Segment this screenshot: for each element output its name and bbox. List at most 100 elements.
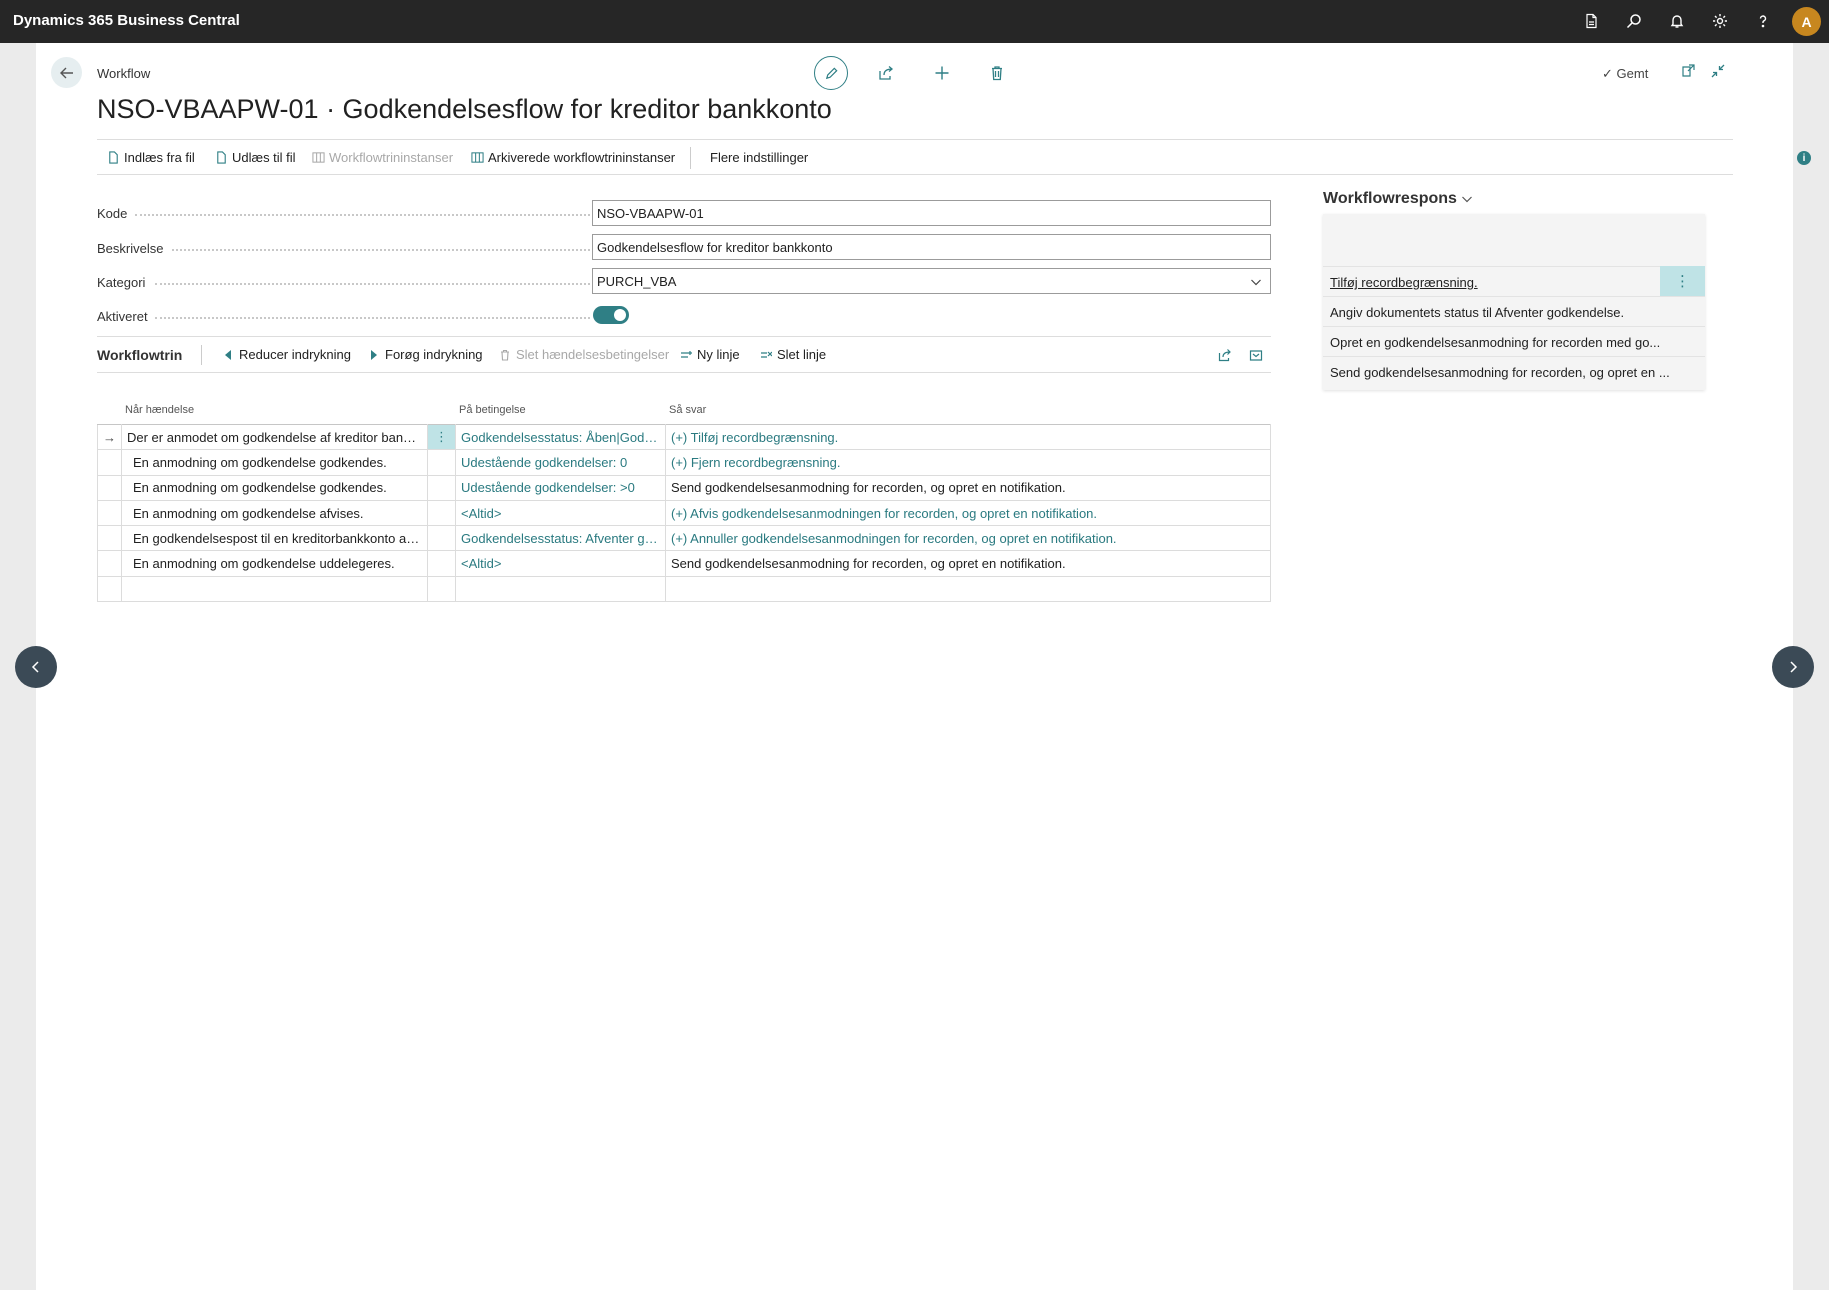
dotted-leader (135, 214, 590, 216)
condition-cell[interactable]: <Altid> (455, 550, 666, 577)
chevron-down-icon (1462, 196, 1472, 203)
delete-icon[interactable] (986, 62, 1008, 84)
table-row[interactable]: En anmodning om godkendelse godkendes. U… (97, 449, 1271, 476)
response-column-header[interactable]: Så svar (669, 404, 706, 416)
event-cell[interactable]: En anmodning om godkendelse uddelegeres. (121, 550, 428, 577)
dotted-leader (155, 317, 590, 319)
condition-column-header[interactable]: På betingelse (459, 404, 526, 416)
kategori-value: PURCH_VBA (597, 274, 677, 289)
condition-cell[interactable]: <Altid> (455, 499, 666, 527)
add-icon[interactable] (931, 62, 953, 84)
delete-line-icon (761, 351, 772, 358)
condition-cell[interactable] (455, 575, 666, 603)
breadcrumb: Workflow (97, 66, 151, 81)
kode-label: Kode (97, 206, 128, 221)
list-item[interactable]: Send godkendelsesanmodning for recorden,… (1323, 356, 1705, 386)
condition-cell[interactable]: Udestående godkendelser: >0 (455, 474, 666, 501)
table-icon (471, 152, 484, 163)
kategori-select[interactable]: PURCH_VBA (592, 268, 1271, 294)
avatar[interactable]: A (1792, 7, 1821, 36)
table-row-empty[interactable] (97, 575, 1271, 603)
table-row[interactable]: En anmodning om godkendelse uddelegeres.… (97, 550, 1271, 577)
response-cell[interactable]: (+) Afvis godkendelsesanmodningen for re… (665, 499, 1271, 527)
archived-instances-button[interactable]: Arkiverede workflowtrininstanser (471, 150, 675, 165)
row-arrow-icon: → (97, 423, 122, 451)
list-item[interactable]: Opret en godkendelsesanmodning for recor… (1323, 326, 1705, 356)
table-row[interactable]: En godkendelsespost til en kreditorbankk… (97, 525, 1271, 552)
top-bar: Dynamics 365 Business Central A (0, 0, 1829, 43)
table-row[interactable]: En anmodning om godkendelse godkendes. U… (97, 474, 1271, 501)
step-instances-button[interactable]: Workflowtrininstanser (312, 150, 453, 165)
edit-button[interactable] (814, 56, 848, 90)
back-button[interactable] (51, 57, 82, 88)
previous-page-button[interactable] (15, 646, 57, 688)
dotted-leader (172, 249, 590, 251)
table-row[interactable]: En anmodning om godkendelse afvises. <Al… (97, 499, 1271, 527)
divider (690, 147, 691, 169)
delete-line-button[interactable]: Slet linje (760, 347, 826, 362)
expand-icon[interactable] (1247, 346, 1265, 364)
more-options-button[interactable]: Flere indstillinger (710, 150, 808, 165)
table-row[interactable]: → Der er anmodet om godkendelse af kredi… (97, 423, 1271, 451)
increase-indent-button[interactable]: Forøg indrykning (368, 347, 483, 362)
response-cell[interactable]: Send godkendelsesanmodning for recorden,… (665, 474, 1271, 501)
help-icon[interactable] (1752, 10, 1774, 32)
condition-cell[interactable]: Godkendelsesstatus: Åben|Godkendt (455, 423, 666, 451)
response-cell[interactable] (665, 575, 1271, 603)
event-cell[interactable]: En anmodning om godkendelse afvises. (121, 499, 428, 527)
import-from-file-button[interactable]: Indlæs fra fil (107, 150, 195, 165)
triangle-right-icon (371, 349, 377, 360)
response-cell[interactable]: (+) Tilføj recordbegrænsning. (665, 423, 1271, 451)
event-column-header[interactable]: Når hændelse (125, 404, 194, 416)
aktiveret-label: Aktiveret (97, 309, 148, 324)
workflow-response-title[interactable]: Workflowrespons (1323, 190, 1473, 208)
event-cell[interactable]: En godkendelsespost til en kreditorbankk… (121, 525, 428, 552)
response-cell[interactable]: (+) Fjern recordbegrænsning. (665, 449, 1271, 476)
event-cell[interactable]: Der er anmodet om godkendelse af kredito… (121, 423, 428, 451)
gear-icon[interactable] (1709, 10, 1731, 32)
aktiveret-toggle[interactable] (593, 306, 629, 324)
list-item[interactable]: Angiv dokumentets status til Afventer go… (1323, 296, 1705, 326)
kategori-label: Kategori (97, 275, 146, 290)
page-title: NSO-VBAAPW-01 · Godkendelsesflow for kre… (97, 94, 832, 124)
collapse-icon[interactable] (1707, 60, 1729, 82)
info-icon[interactable]: i (1797, 151, 1811, 165)
file-export-icon (217, 151, 226, 164)
divider (201, 345, 202, 365)
export-to-file-button[interactable]: Udlæs til fil (215, 150, 296, 165)
bell-icon[interactable] (1666, 10, 1688, 32)
app-name[interactable]: Dynamics 365 Business Central (13, 12, 240, 29)
delete-conditions-button[interactable]: Slet hændelsesbetingelser (499, 347, 669, 362)
search-icon[interactable] (1623, 10, 1645, 32)
table-icon (312, 152, 325, 163)
share-icon[interactable] (875, 62, 897, 84)
response-cell[interactable]: (+) Annuller godkendelsesanmodningen for… (665, 525, 1271, 552)
item-menu-icon[interactable]: ⋮ (1660, 266, 1705, 296)
open-new-window-icon[interactable] (1677, 60, 1699, 82)
archived-label: Arkiverede workflowtrininstanser (488, 150, 676, 165)
chevron-left-icon (31, 661, 39, 673)
condition-cell[interactable]: Udestående godkendelser: 0 (455, 449, 666, 476)
event-cell[interactable]: En anmodning om godkendelse godkendes. (121, 449, 428, 476)
decrease-indent-button[interactable]: Reducer indrykning (222, 347, 351, 362)
triangle-left-icon (225, 349, 231, 360)
dotted-leader (155, 283, 590, 285)
list-item[interactable]: Tilføj recordbegrænsning. (1323, 266, 1705, 296)
beskrivelse-field[interactable]: Godkendelsesflow for kreditor bankkonto (592, 234, 1271, 260)
workflow-steps-table: → Der er anmodet om godkendelse af kredi… (97, 423, 1271, 603)
share-icon[interactable] (1216, 346, 1234, 364)
trash-icon (501, 349, 509, 361)
event-cell[interactable]: En anmodning om godkendelse godkendes. (121, 474, 428, 501)
response-cell[interactable]: Send godkendelsesanmodning for recorden,… (665, 550, 1271, 577)
row-menu-icon[interactable]: ⋮ (427, 423, 456, 451)
next-page-button[interactable] (1772, 646, 1814, 688)
check-icon: ✓ (1602, 66, 1613, 81)
chevron-down-icon (1251, 279, 1261, 286)
new-line-button[interactable]: Ny linje (680, 347, 740, 362)
condition-cell[interactable]: Godkendelsesstatus: Afventer godkendelse (455, 525, 666, 552)
event-cell[interactable] (121, 575, 428, 603)
new-line-icon (681, 350, 692, 358)
decrease-indent-label: Reducer indrykning (239, 347, 352, 362)
kode-field[interactable]: NSO-VBAAPW-01 (592, 200, 1271, 226)
document-icon[interactable] (1580, 10, 1602, 32)
